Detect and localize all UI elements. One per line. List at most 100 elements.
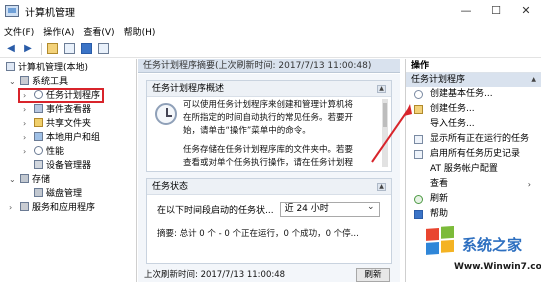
summary-body: 任务计划程序概述 ▲ 可以使用任务计划程序来创建和管理计算机将 在所指定的时间自… [138,74,400,282]
action-label: 刷新 [430,194,449,204]
overview-scrollbar[interactable] [382,99,388,167]
refresh-action[interactable]: 刷新 [406,192,541,207]
enable-history-action[interactable]: 启用所有任务历史记录 [406,147,541,162]
show-running-tasks-action[interactable]: 显示所有正在运行的任务 [406,132,541,147]
overview-line: 任务存储在任务计划程序库的文件夹中。若要 [183,145,354,155]
tools-icon [20,76,29,85]
at-service-config-action[interactable]: AT 服务帐户配置 [406,162,541,177]
tree-item-local-users[interactable]: › 本地用户和组 [0,131,136,145]
view-icon[interactable] [96,42,110,56]
window-controls: — ☐ ✕ [451,0,541,22]
tree-label: 计算机管理(本地) [18,63,89,73]
import-task-action[interactable]: 导入任务... [406,117,541,132]
forward-icon[interactable]: ▶ [21,42,35,56]
overview-line: 始，请单击“操作”菜单中的命令。 [183,126,311,136]
watermark-url: Www.Winwin7.com [454,262,541,272]
status-filter-row: 在以下时间段启动的任务状... 近 24 小时 [157,201,380,217]
expand-right-icon[interactable]: › [23,117,26,131]
action-label: 创建基本任务... [430,89,493,99]
time-range-select[interactable]: 近 24 小时 [279,201,380,217]
back-icon[interactable]: ◀ [4,42,18,56]
tree-label: 存储 [32,175,51,185]
help-icon [414,210,423,219]
tree-item-system-tools[interactable]: ⌄ 系统工具 [0,75,136,89]
window-title: 计算机管理 [25,7,75,19]
overview-header[interactable]: 任务计划程序概述 ▲ [147,81,391,97]
expand-right-icon[interactable]: › [23,103,26,117]
action-label: 查看 [430,179,449,189]
status-section: 任务状态 ▲ 在以下时间段启动的任务状... 近 24 小时 摘要: 总计 0 … [146,178,392,264]
folder-up-icon[interactable] [45,42,59,56]
toolbar-separator [41,42,42,55]
collapse-icon[interactable]: ▲ [377,85,386,93]
watermark-text: 系统之家 [462,236,523,254]
expand-down-icon[interactable]: ⌄ [9,173,16,187]
tree-label: 磁盘管理 [46,189,83,199]
action-label: 显示所有正在运行的任务 [430,134,530,144]
windows-logo-icon [426,226,454,255]
summary-header: 任务计划程序摘要(上次刷新时间: 2017/7/13 11:00:48) [138,59,400,73]
menu-file[interactable]: 文件(F) [4,25,34,38]
expand-down-icon[interactable]: ⌄ [9,75,16,89]
tree-item-shared-folders[interactable]: › 共享文件夹 [0,117,136,131]
action-label: 启用所有任务历史记录 [430,149,521,159]
running-tasks-icon [414,135,423,144]
action-label: 帮助 [430,209,449,219]
submenu-arrow-icon: › [527,180,531,189]
tree-label: 性能 [46,147,65,157]
overview-title: 任务计划程序概述 [152,84,225,94]
menu-bar: 文件(F) 操作(A) 查看(V) 帮助(H) [0,22,541,40]
menu-help[interactable]: 帮助(H) [124,25,156,38]
expand-right-icon[interactable]: › [23,131,26,145]
overview-section: 任务计划程序概述 ▲ 可以使用任务计划程序来创建和管理计算机将 在所指定的时间自… [146,80,392,172]
highlight-box [18,88,104,103]
tree-item-event-viewer[interactable]: › 事件查看器 [0,103,136,117]
actions-group-header[interactable]: 任务计划程序 [406,73,541,87]
status-label: 在以下时间段启动的任务状... [157,206,274,216]
users-icon [34,132,43,141]
action-label: 创建任务... [430,104,475,114]
tree-item-performance[interactable]: › 性能 [0,145,136,159]
tree-item-disk-management[interactable]: 磁盘管理 [0,187,136,201]
last-refresh-text: 上次刷新时间: 2017/7/13 11:00:48 [144,270,286,280]
close-button[interactable]: ✕ [511,0,541,22]
storage-icon [20,174,29,183]
overview-text: 可以使用任务计划程序来创建和管理计算机将 在所指定的时间自动执行的常见任务。若要… [183,99,373,170]
tree-label: 服务和应用程序 [32,203,96,213]
toolbar: ◀ ▶ [0,40,541,58]
action-label: 导入任务... [430,119,475,129]
device-manager-icon [34,160,43,169]
computer-management-icon [5,5,19,17]
create-task-action[interactable]: 创建任务... [406,102,541,117]
refresh-button[interactable]: 刷新 [356,268,390,282]
view-action[interactable]: 查看 › [406,177,541,192]
menu-action[interactable]: 操作(A) [43,25,74,38]
expand-right-icon[interactable]: › [23,145,26,159]
status-title: 任务状态 [152,182,189,192]
create-task-icon [414,105,423,114]
tree-label: 共享文件夹 [46,119,92,129]
tree-item-storage[interactable]: ⌄ 存储 [0,173,136,187]
tree-item-services-apps[interactable]: › 服务和应用程序 [0,201,136,215]
event-viewer-icon [34,104,43,113]
overview-line: 查看或对单个任务执行操作，请在任务计划程 [183,158,354,168]
properties-icon[interactable] [62,42,76,56]
disk-icon [34,188,43,197]
collapse-icon[interactable]: ▲ [377,183,386,191]
services-icon [20,202,29,211]
help-action[interactable]: 帮助 [406,207,541,222]
actions-title: 操作 [406,59,541,73]
tree-label: 事件查看器 [46,105,92,115]
expand-right-icon[interactable]: › [9,201,12,215]
status-header[interactable]: 任务状态 ▲ [147,179,391,195]
overview-line: 可以使用任务计划程序来创建和管理计算机将 [183,100,354,110]
menu-view[interactable]: 查看(V) [83,25,114,38]
maximize-button[interactable]: ☐ [481,0,511,22]
create-basic-task-action[interactable]: 创建基本任务... [406,87,541,102]
tree-label: 设备管理器 [46,161,92,171]
tree-item-device-manager[interactable]: 设备管理器 [0,159,136,173]
minimize-button[interactable]: — [451,0,481,22]
tree-item-root[interactable]: 计算机管理(本地) [0,61,136,75]
computer-icon [6,62,15,71]
help-icon[interactable] [79,42,93,56]
